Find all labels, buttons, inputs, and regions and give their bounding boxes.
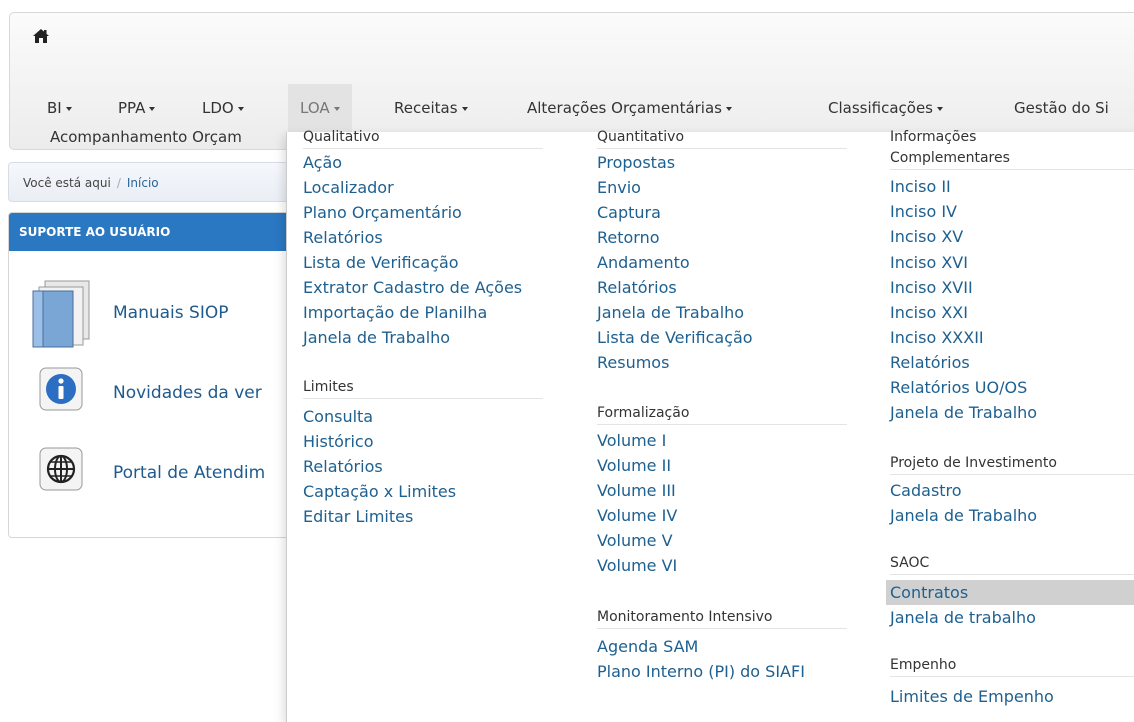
section-monitoramento: Monitoramento Intensivo <box>597 606 847 629</box>
breadcrumb-prefix: Você está aqui <box>23 176 111 190</box>
menu-item-inciso-xvii[interactable]: Inciso XVII <box>890 275 973 300</box>
menu-item-janela-trabalho[interactable]: Janela de Trabalho <box>597 300 744 325</box>
support-item-portal[interactable]: Portal de Atendim <box>9 445 307 505</box>
menu-item-janela-trabalho[interactable]: Janela de Trabalho <box>890 503 1037 528</box>
menu-item-volume-1[interactable]: Volume I <box>597 428 666 453</box>
menu-item-localizador[interactable]: Localizador <box>303 175 394 200</box>
menu-item-janela-trabalho[interactable]: Janela de trabalho <box>890 605 1036 630</box>
menu-item-lista-verificacao[interactable]: Lista de Verificação <box>597 325 753 350</box>
menu-item-captura[interactable]: Captura <box>597 200 661 225</box>
menu-item-retorno[interactable]: Retorno <box>597 225 660 250</box>
menu-item-janela-trabalho[interactable]: Janela de Trabalho <box>890 400 1037 425</box>
section-limites: Limites <box>303 376 543 399</box>
menu-item-inciso-iv[interactable]: Inciso IV <box>890 199 957 224</box>
section-qualitativo: Qualitativo <box>303 126 543 149</box>
section-projeto-investimento: Projeto de Investimento <box>890 452 1134 475</box>
menu-item-janela-trabalho[interactable]: Janela de Trabalho <box>303 325 450 350</box>
menu-item-andamento[interactable]: Andamento <box>597 250 690 275</box>
menu-item-volume-3[interactable]: Volume III <box>597 478 676 503</box>
menu-item-envio[interactable]: Envio <box>597 175 641 200</box>
menu-item-volume-6[interactable]: Volume VI <box>597 553 677 578</box>
breadcrumb: Você está aqui / Início <box>8 162 308 202</box>
globe-icon <box>39 447 83 495</box>
section-empenho: Empenho <box>890 654 1134 677</box>
info-icon <box>39 367 83 415</box>
support-item-novidades[interactable]: Novidades da ver <box>9 363 307 423</box>
menu-item-extrator-cadastro[interactable]: Extrator Cadastro de Ações <box>303 275 522 300</box>
support-item-label: Novidades da ver <box>113 383 262 403</box>
support-item-label: Manuais SIOP <box>113 303 229 323</box>
menu-item-volume-2[interactable]: Volume II <box>597 453 671 478</box>
nav-alteracoes-orcamentarias[interactable]: Alterações Orçamentárias <box>527 84 732 132</box>
support-item-manuais[interactable]: Manuais SIOP <box>9 275 307 348</box>
menu-item-importacao-planilha[interactable]: Importação de Planilha <box>303 300 487 325</box>
menu-item-relatorios[interactable]: Relatórios <box>303 454 383 479</box>
section-saoc: SAOC <box>890 552 1134 575</box>
menu-item-contratos[interactable]: Contratos <box>886 580 1134 605</box>
section-formalizacao: Formalização <box>597 402 847 425</box>
section-informacoes-line2: Complementares <box>890 147 1134 170</box>
nav-acompanhamento[interactable]: Acompanhamento Orçam <box>50 120 242 154</box>
home-icon[interactable] <box>32 28 50 46</box>
menu-item-relatorios[interactable]: Relatórios <box>890 350 970 375</box>
books-icon <box>31 279 93 353</box>
menu-item-editar-limites[interactable]: Editar Limites <box>303 504 413 529</box>
support-panel-title: SUPORTE AO USUÁRIO <box>9 213 307 251</box>
menu-item-acao[interactable]: Ação <box>303 150 342 175</box>
nav-loa[interactable]: LOA <box>288 84 352 132</box>
menu-item-propostas[interactable]: Propostas <box>597 150 675 175</box>
menu-item-volume-5[interactable]: Volume V <box>597 528 673 553</box>
menu-item-agenda-sam[interactable]: Agenda SAM <box>597 634 698 659</box>
breadcrumb-separator: / <box>116 176 121 190</box>
nav-receitas[interactable]: Receitas <box>394 84 468 132</box>
support-panel: SUPORTE AO USUÁRIO Manuais SIOP Novidade… <box>8 212 308 538</box>
menu-item-relatorios-uo-os[interactable]: Relatórios UO/OS <box>890 375 1027 400</box>
menu-item-cadastro[interactable]: Cadastro <box>890 478 962 503</box>
support-item-label: Portal de Atendim <box>113 463 266 483</box>
menu-item-inciso-xxi[interactable]: Inciso XXI <box>890 300 968 325</box>
nav-classificacoes[interactable]: Classificações <box>828 84 943 132</box>
menu-item-relatorios[interactable]: Relatórios <box>597 275 677 300</box>
loa-dropdown-menu: Qualitativo Ação Localizador Plano Orçam… <box>286 129 1134 722</box>
menu-item-limites-empenho[interactable]: Limites de Empenho <box>890 684 1054 709</box>
nav-gestao[interactable]: Gestão do Si <box>1014 84 1109 132</box>
menu-item-volume-4[interactable]: Volume IV <box>597 503 677 528</box>
menu-item-consulta[interactable]: Consulta <box>303 404 373 429</box>
menu-item-historico[interactable]: Histórico <box>303 429 373 454</box>
menu-item-relatorios[interactable]: Relatórios <box>303 225 383 250</box>
menu-item-inciso-xxxii[interactable]: Inciso XXXII <box>890 325 984 350</box>
menu-item-inciso-xv[interactable]: Inciso XV <box>890 224 963 249</box>
breadcrumb-home-link[interactable]: Início <box>127 176 159 190</box>
menu-item-inciso-xvi[interactable]: Inciso XVI <box>890 250 968 275</box>
menu-item-plano-orcamentario[interactable]: Plano Orçamentário <box>303 200 462 225</box>
menu-item-inciso-ii[interactable]: Inciso II <box>890 174 951 199</box>
menu-item-lista-verificacao[interactable]: Lista de Verificação <box>303 250 459 275</box>
menu-item-plano-interno[interactable]: Plano Interno (PI) do SIAFI <box>597 659 805 684</box>
section-informacoes-line1: Informações <box>890 129 977 145</box>
menu-item-resumos[interactable]: Resumos <box>597 350 669 375</box>
menu-item-captacao-limites[interactable]: Captação x Limites <box>303 479 456 504</box>
section-quantitativo: Quantitativo <box>597 126 847 149</box>
